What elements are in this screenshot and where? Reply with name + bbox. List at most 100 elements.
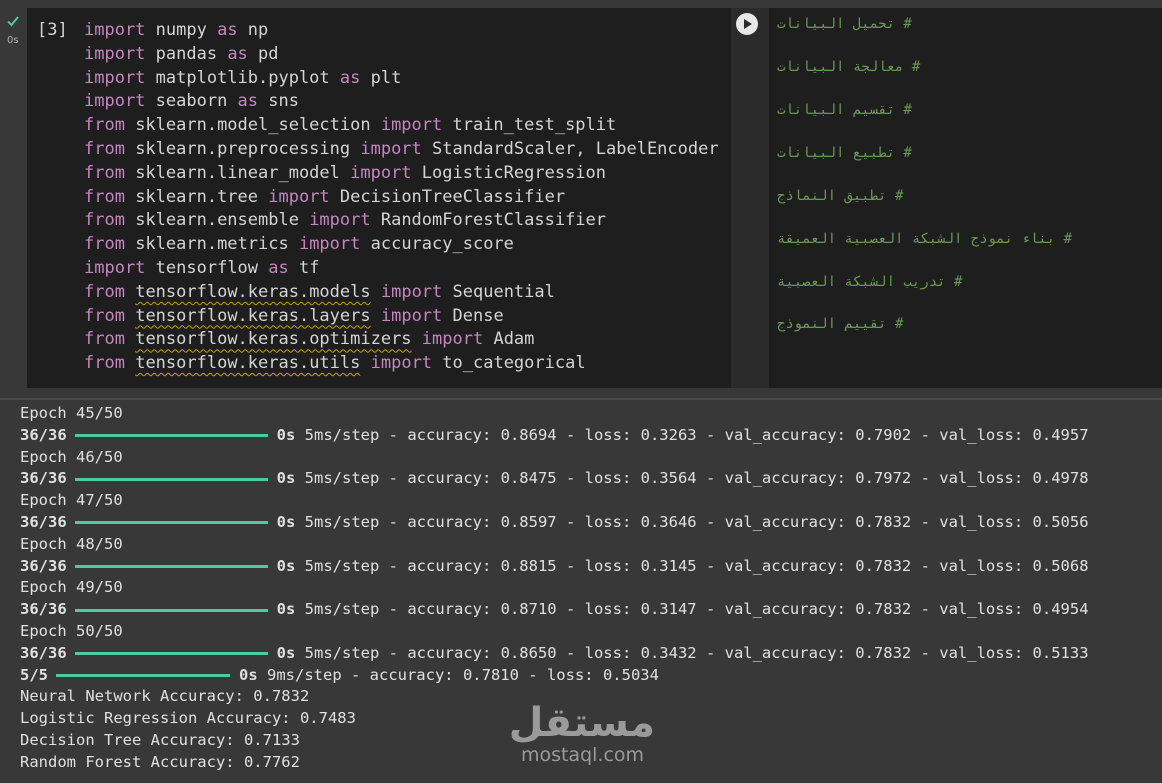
comment-line: # تقسيم البيانات xyxy=(777,102,912,118)
code-keyword: import xyxy=(309,210,371,231)
code-keyword: as xyxy=(237,91,259,112)
code-token: to_categorical xyxy=(432,353,586,374)
code-token: sklearn.metrics xyxy=(124,234,299,255)
progress-time: 0s xyxy=(239,665,258,684)
output-text-line: Epoch 50/50 xyxy=(20,621,123,640)
progress-line: 36/36 0s 5ms/step - accuracy: 0.8650 - lo… xyxy=(20,643,1089,665)
progress-line: 36/36 0s 5ms/step - accuracy: 0.8710 - lo… xyxy=(20,599,1089,621)
code-line: from sklearn.preprocessing import Standa… xyxy=(84,138,719,162)
code-line: import seaborn as sns xyxy=(84,90,719,114)
code-keyword: as xyxy=(227,43,248,64)
progress-line: 36/36 0s 5ms/step - accuracy: 0.8597 - lo… xyxy=(20,512,1089,534)
code-token: sklearn.preprocessing xyxy=(124,138,361,159)
watermark-logo: مستقل mostaql.com xyxy=(508,700,655,770)
code-token: tensorflow.keras.models xyxy=(135,281,371,302)
progress-bar xyxy=(74,434,268,438)
progress-metrics: 5ms/step - accuracy: 0.8475 - loss: 0.35… xyxy=(295,469,1089,488)
progress-bar xyxy=(74,608,268,612)
code-keyword: from xyxy=(84,353,125,374)
progress-time: 0s xyxy=(276,643,296,662)
progress-metrics: 5ms/step - accuracy: 0.8710 - loss: 0.31… xyxy=(295,600,1089,619)
comment-line: # تدريب الشبكة العصبية xyxy=(777,274,963,290)
code-token: train_test_split xyxy=(442,115,617,136)
code-keyword: as xyxy=(268,257,289,278)
comment-line: # تطبيق النماذج xyxy=(777,188,904,204)
progress-time: 0s xyxy=(276,469,296,488)
code-line: from sklearn.model_selection import trai… xyxy=(84,114,719,138)
progress-metrics: 9ms/step - accuracy: 0.7810 - loss: 0.50… xyxy=(257,665,659,684)
code-keyword: import xyxy=(84,20,146,40)
code-keyword: import xyxy=(380,281,443,302)
progress-time: 0s xyxy=(276,600,296,619)
code-keyword: from xyxy=(84,210,125,231)
comments-panel: # تحميل البيانات # معالجة البيانات # تقسيم… xyxy=(769,8,1162,388)
code-keyword: import xyxy=(84,257,146,278)
code-token: Sequential xyxy=(442,281,555,302)
code-token: StandardScaler, LabelEncoder xyxy=(421,138,719,159)
code-keyword: from xyxy=(84,281,125,302)
code-keyword: from xyxy=(84,234,125,255)
progress-metrics: 5ms/step - accuracy: 0.8694 - loss: 0.32… xyxy=(295,425,1089,444)
output-text-line: Epoch 46/50 xyxy=(20,447,123,466)
code-line: from sklearn.ensemble import RandomFores… xyxy=(84,209,719,233)
code-line: from tensorflow.keras.layers import Dens… xyxy=(84,305,719,329)
code-keyword: import xyxy=(421,329,484,350)
comment-line: # معالجة البيانات xyxy=(777,59,921,75)
output-text-line: Epoch 45/50 xyxy=(20,404,123,422)
code-keyword: from xyxy=(84,305,125,326)
progress-time: 0s xyxy=(276,556,296,575)
code-keyword: import xyxy=(84,67,146,88)
run-cell-button[interactable] xyxy=(736,13,758,35)
execution-time: 0s xyxy=(7,35,19,46)
code-token: numpy xyxy=(145,20,218,40)
code-token: plt xyxy=(360,67,402,88)
progress-steps: 36/36 xyxy=(20,600,67,619)
code-editor[interactable]: [3] import numpy as np import pandas as p… xyxy=(27,8,731,388)
comment-line: # تحميل البيانات xyxy=(777,16,912,32)
code-line: import pandas as pd xyxy=(84,43,719,67)
code-keyword: from xyxy=(84,138,125,159)
run-strip xyxy=(731,8,769,388)
progress-bar xyxy=(74,521,268,525)
code-keyword: import xyxy=(380,305,443,326)
progress-steps: 36/36 xyxy=(20,512,67,531)
progress-line: 36/36 0s 5ms/step - accuracy: 0.8694 - lo… xyxy=(20,425,1089,447)
output-text-line: Epoch 47/50 xyxy=(20,491,123,510)
output-text-line: Epoch 49/50 xyxy=(20,578,123,597)
code-keyword: import xyxy=(268,186,330,207)
output-divider xyxy=(0,398,1162,400)
code-line: import tensorflow as tf xyxy=(84,257,719,281)
code-token: RandomForestClassifier xyxy=(370,210,607,231)
code-token: pd xyxy=(247,43,279,64)
code-keyword: from xyxy=(84,329,125,350)
code-line: import numpy as np xyxy=(84,19,719,43)
code-token: DecisionTreeClassifier xyxy=(329,186,566,207)
code-line: from tensorflow.keras.models import Sequ… xyxy=(84,281,719,305)
code-keyword: import xyxy=(350,162,412,183)
code-keyword: as xyxy=(339,67,361,88)
code-line: import matplotlib.pyplot as plt xyxy=(84,67,719,91)
progress-steps: 36/36 xyxy=(20,425,67,444)
code-keyword: import xyxy=(84,43,146,64)
comment-line: # تقييم النموذج xyxy=(777,316,904,332)
code-token: sklearn.tree xyxy=(124,186,269,207)
code-keyword: import xyxy=(298,234,361,255)
code-token: sns xyxy=(258,91,299,112)
code-token: tensorflow xyxy=(145,257,269,278)
progress-bar xyxy=(74,477,268,481)
code-line: from sklearn.metrics import accuracy_sco… xyxy=(84,233,719,257)
code-token: seaborn xyxy=(145,91,238,112)
progress-steps: 36/36 xyxy=(20,556,67,575)
watermark-arabic: مستقل xyxy=(508,700,655,746)
progress-time: 0s xyxy=(276,512,296,531)
progress-time: 0s xyxy=(276,425,296,444)
code-line: from sklearn.tree import DecisionTreeCla… xyxy=(84,186,719,210)
code-line: from tensorflow.keras.utils import to_ca… xyxy=(84,352,719,376)
code-token: sklearn.linear_model xyxy=(124,162,351,183)
comment-line: # بناء نموذج الشبكة العصبية العميقة xyxy=(777,231,1073,247)
